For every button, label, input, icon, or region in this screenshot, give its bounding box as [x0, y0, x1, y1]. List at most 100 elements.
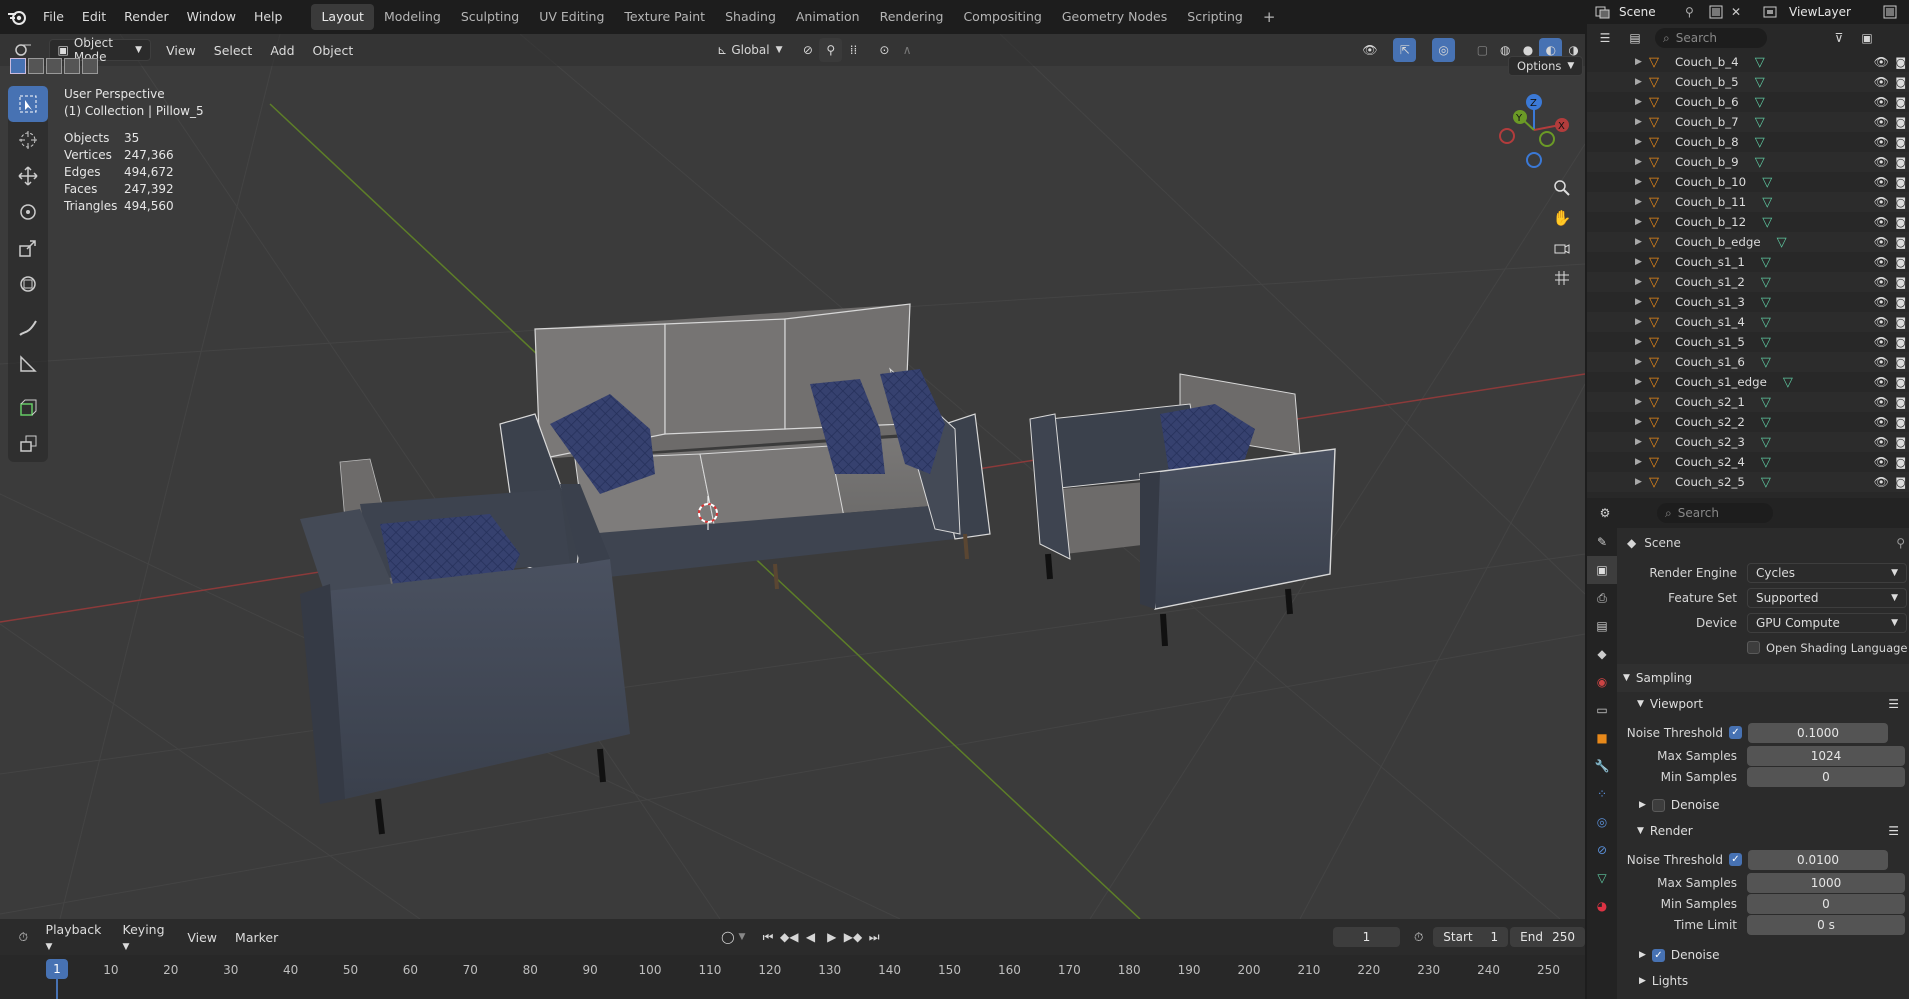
tab-compositing[interactable]: Compositing: [953, 4, 1051, 30]
expand-chevron-icon[interactable]: ▶: [1635, 437, 1649, 447]
mesh-data-icon[interactable]: ▽: [1761, 355, 1771, 370]
outliner-item[interactable]: ▶ ▽ Couch_s1_3 ▽ 👁 ◙: [1587, 292, 1909, 312]
eye-icon[interactable]: 👁: [1874, 455, 1889, 469]
camera-render-icon[interactable]: ◙: [1895, 156, 1906, 169]
scene-name-field[interactable]: Scene: [1615, 5, 1685, 19]
add-cube-tool-icon[interactable]: [8, 390, 48, 426]
pivot-point-icon[interactable]: ⊘: [797, 38, 820, 62]
pin-icon[interactable]: ⚲: [1685, 5, 1709, 19]
properties-editor[interactable]: ⚙ ⌕ Search ✎ ▣ ⎙ ▤ ◆ ◉ ▭ ■ 🔧 ⁘ ◎ ⊘ ▽ ◕ ◆…: [1587, 498, 1909, 999]
r-max-field[interactable]: 1000: [1747, 872, 1905, 893]
display-mode-icon[interactable]: ▤: [1623, 26, 1647, 50]
expand-chevron-icon[interactable]: ▶: [1635, 257, 1649, 267]
camera-render-icon[interactable]: ◙: [1895, 376, 1906, 389]
data-tab-icon[interactable]: ▽: [1587, 864, 1617, 892]
tab-geometry-nodes[interactable]: Geometry Nodes: [1052, 4, 1177, 30]
camera-render-icon[interactable]: ◙: [1895, 456, 1906, 469]
mesh-data-icon[interactable]: ▽: [1755, 115, 1765, 130]
camera-render-icon[interactable]: ◙: [1895, 96, 1906, 109]
expand-chevron-icon[interactable]: ▶: [1635, 397, 1649, 407]
tool-tab-icon[interactable]: ✎: [1587, 528, 1617, 556]
expand-chevron-icon[interactable]: ▶: [1635, 137, 1649, 147]
ortho-grid-icon[interactable]: [1548, 264, 1576, 292]
render-subpanel-header[interactable]: ▼ Render ☰: [1617, 819, 1909, 843]
snap-icon[interactable]: ⚲: [819, 38, 843, 62]
mesh-data-icon[interactable]: ▽: [1783, 375, 1793, 390]
jump-start-icon[interactable]: ⏮: [757, 925, 778, 949]
outliner-item[interactable]: ▶ ▽ Couch_b_12 ▽ 👁 ◙: [1587, 212, 1909, 232]
rotate-tool-icon[interactable]: [8, 194, 48, 230]
r-noise-field[interactable]: 0.0100: [1748, 849, 1888, 870]
outliner-item[interactable]: ▶ ▽ Couch_b_5 ▽ 👁 ◙: [1587, 72, 1909, 92]
camera-render-icon[interactable]: ◙: [1895, 56, 1906, 69]
expand-chevron-icon[interactable]: ▶: [1635, 217, 1649, 227]
expand-chevron-icon[interactable]: ▶: [1635, 357, 1649, 367]
vp-denoise-checkbox[interactable]: [1651, 798, 1665, 812]
mesh-data-icon[interactable]: ▽: [1755, 55, 1765, 70]
extrude-tool-icon[interactable]: [8, 426, 48, 462]
sofa-model[interactable]: [499, 303, 991, 590]
expand-chevron-icon[interactable]: ▶: [1635, 417, 1649, 427]
proportional-edit-icon[interactable]: ⊙: [873, 38, 896, 62]
viewport-scene[interactable]: [0, 34, 1585, 919]
expand-chevron-icon[interactable]: ▶: [1635, 57, 1649, 67]
camera-render-icon[interactable]: ◙: [1895, 196, 1906, 209]
menu-object[interactable]: Object: [304, 43, 363, 58]
menu-help[interactable]: Help: [245, 0, 292, 34]
outliner-item[interactable]: ▶ ▽ Couch_s1_2 ▽ 👁 ◙: [1587, 272, 1909, 292]
expand-chevron-icon[interactable]: ▶: [1635, 117, 1649, 127]
camera-render-icon[interactable]: ◙: [1895, 176, 1906, 189]
eye-icon[interactable]: 👁: [1874, 55, 1889, 69]
outliner-item[interactable]: ▶ ▽ Couch_b_9 ▽ 👁 ◙: [1587, 152, 1909, 172]
tab-layout[interactable]: Layout: [311, 4, 374, 30]
add-workspace-icon[interactable]: +: [1253, 4, 1286, 30]
start-frame-field[interactable]: Start 1: [1433, 927, 1509, 947]
expand-chevron-icon[interactable]: ▶: [1635, 377, 1649, 387]
expand-chevron-icon[interactable]: ▶: [1635, 477, 1649, 487]
camera-render-icon[interactable]: ◙: [1895, 276, 1906, 289]
timeline-editor-type-icon[interactable]: ⏱: [10, 925, 37, 949]
eye-icon[interactable]: 👁: [1874, 135, 1889, 149]
play-reverse-icon[interactable]: ◀: [800, 925, 821, 949]
mesh-data-icon[interactable]: ▽: [1762, 175, 1772, 190]
select-invert-icon[interactable]: [64, 58, 80, 74]
mesh-data-icon[interactable]: ▽: [1755, 135, 1765, 150]
outliner-search-input[interactable]: ⌕ Search: [1655, 28, 1767, 48]
eye-icon[interactable]: 👁: [1874, 195, 1889, 209]
eye-icon[interactable]: 👁: [1874, 215, 1889, 229]
camera-render-icon[interactable]: ◙: [1895, 136, 1906, 149]
outliner-item[interactable]: ▶ ▽ Couch_b_10 ▽ 👁 ◙: [1587, 172, 1909, 192]
outliner-item[interactable]: ▶ ▽ Couch_s1_5 ▽ 👁 ◙: [1587, 332, 1909, 352]
object-tab-icon[interactable]: ■: [1587, 724, 1617, 752]
eye-icon[interactable]: 👁: [1874, 375, 1889, 389]
new-collection-icon[interactable]: ▣: [1855, 26, 1879, 50]
gizmo-toggle-icon[interactable]: ⇱: [1393, 38, 1417, 62]
tab-shading[interactable]: Shading: [715, 4, 786, 30]
outliner-item[interactable]: ▶ ▽ Couch_b_edge ▽ 👁 ◙: [1587, 232, 1909, 252]
physics-tab-icon[interactable]: ◎: [1587, 808, 1617, 836]
mesh-data-icon[interactable]: ▽: [1762, 195, 1772, 210]
mesh-data-icon[interactable]: ▽: [1761, 295, 1771, 310]
eye-icon[interactable]: 👁: [1874, 315, 1889, 329]
select-new-icon[interactable]: [10, 58, 26, 74]
outliner-item[interactable]: ▶ ▽ Couch_s2_2 ▽ 👁 ◙: [1587, 412, 1909, 432]
camera-view-icon[interactable]: [1548, 234, 1576, 262]
outliner-item[interactable]: ▶ ▽ Couch_s2_4 ▽ 👁 ◙: [1587, 452, 1909, 472]
play-icon[interactable]: ▶: [821, 925, 842, 949]
menu-select[interactable]: Select: [205, 43, 262, 58]
presets-list-icon[interactable]: ☰: [1888, 697, 1899, 711]
camera-render-icon[interactable]: ◙: [1895, 236, 1906, 249]
transform-orientation[interactable]: ⊾ Global ▼: [717, 43, 782, 57]
camera-render-icon[interactable]: ◙: [1895, 436, 1906, 449]
outliner-item[interactable]: ▶ ▽ Couch_b_6 ▽ 👁 ◙: [1587, 92, 1909, 112]
jump-end-icon[interactable]: ⏭: [864, 925, 885, 949]
options-dropdown[interactable]: Options ▼: [1508, 56, 1584, 76]
constraints-tab-icon[interactable]: ⊘: [1587, 836, 1617, 864]
r-noise-checkbox[interactable]: ✓: [1729, 853, 1742, 866]
tab-modeling[interactable]: Modeling: [374, 4, 451, 30]
render-tab-icon[interactable]: ▣: [1587, 556, 1617, 584]
camera-render-icon[interactable]: ◙: [1895, 356, 1906, 369]
expand-chevron-icon[interactable]: ▶: [1635, 457, 1649, 467]
outliner-item[interactable]: ▶ ▽ Couch_s2_3 ▽ 👁 ◙: [1587, 432, 1909, 452]
pin-icon[interactable]: ⚲: [1896, 536, 1905, 550]
